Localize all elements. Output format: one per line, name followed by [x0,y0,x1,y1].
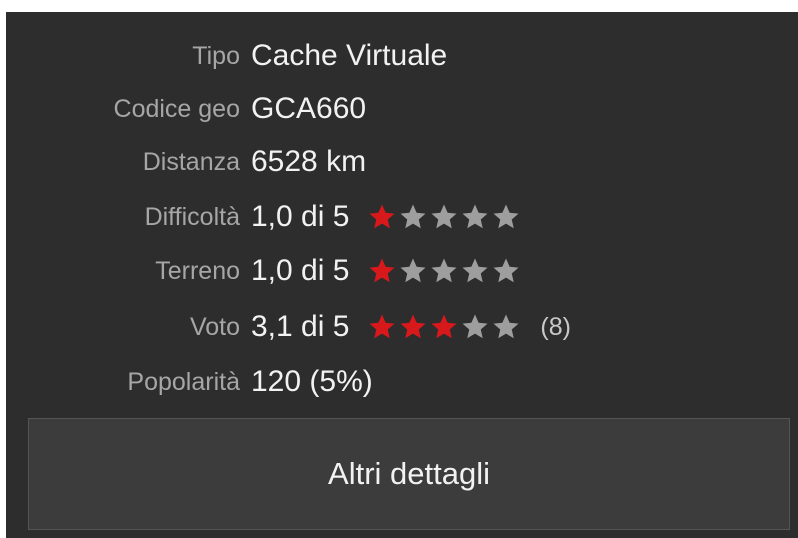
geocode-value: GCA660 [251,92,367,125]
star-icon [400,258,426,283]
popularity-label: Popolarità [127,368,240,396]
vote-value-group: 3,1 di 5 (8) [251,307,571,347]
star-icon [400,204,426,229]
star-icon [462,314,488,339]
geocode-label: Codice geo [113,95,240,123]
terrain-label: Terreno [155,257,240,285]
cache-details-panel: Tipo Cache Virtuale Codice geo GCA660 Di… [6,12,798,538]
distance-label: Distanza [142,148,240,176]
star-icon [369,204,395,229]
difficulty-row: Difficoltà 1,0 di 5 [6,197,798,237]
star-icon [431,204,457,229]
star-icon [369,258,395,283]
terrain-row: Terreno 1,0 di 5 [6,251,798,291]
type-label: Tipo [192,42,240,70]
difficulty-value: 1,0 di 5 [251,200,350,233]
distance-row: Distanza 6528 km [6,142,798,182]
star-icon [493,314,519,339]
star-icon [462,204,488,229]
vote-value: 3,1 di 5 [251,310,350,343]
star-icon [493,258,519,283]
popularity-value: 120 (5%) [251,365,373,398]
more-details-button[interactable]: Altri dettagli [28,418,790,530]
type-row: Tipo Cache Virtuale [6,36,798,76]
terrain-value: 1,0 di 5 [251,254,350,287]
terrain-value-group: 1,0 di 5 [251,251,522,291]
terrain-stars [367,256,522,286]
geocode-row: Codice geo GCA660 [6,89,798,129]
vote-row: Voto 3,1 di 5 (8) [6,307,798,347]
distance-value: 6528 km [251,145,367,178]
vote-count: (8) [540,313,571,341]
star-icon [462,258,488,283]
vote-stars [367,312,522,342]
difficulty-stars [367,202,522,232]
star-icon [431,314,457,339]
star-icon [493,204,519,229]
vote-label: Voto [189,313,240,341]
star-icon [369,314,395,339]
star-icon [431,258,457,283]
difficulty-value-group: 1,0 di 5 [251,197,522,237]
type-value: Cache Virtuale [251,39,448,72]
popularity-row: Popolarità 120 (5%) [6,362,798,402]
star-icon [400,314,426,339]
difficulty-label: Difficoltà [144,203,240,231]
